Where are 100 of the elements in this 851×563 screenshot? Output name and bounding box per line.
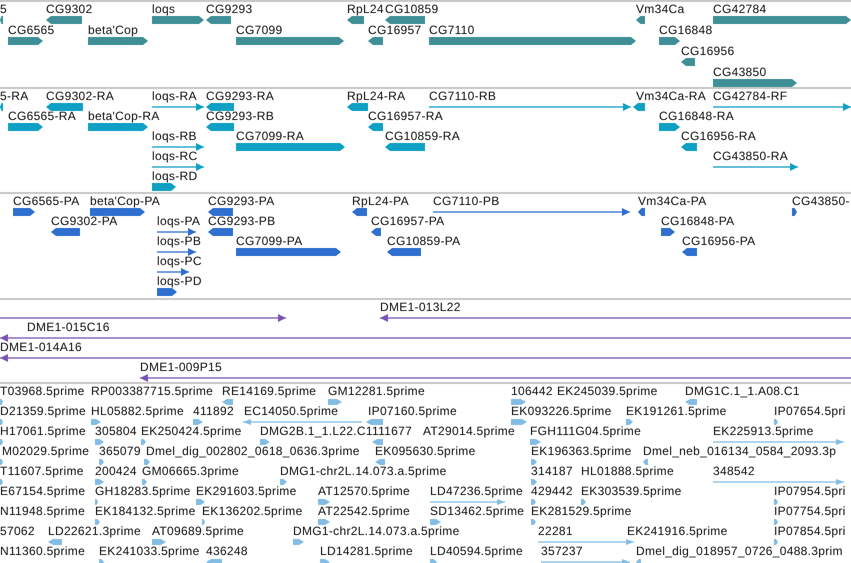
feature-label: AT12570.5prime xyxy=(318,484,410,498)
feature-label: CG10859-PA xyxy=(387,234,460,248)
feature-label: GM06665.3prime xyxy=(142,464,239,478)
feature-label: T03968.5prime xyxy=(0,384,85,398)
feature-label: RP003387715.5prime xyxy=(91,384,214,398)
feature-label: DME1-013L22 xyxy=(380,300,461,314)
feature-label: 22281 xyxy=(538,524,573,538)
feature-label: LD22621.3prime xyxy=(48,524,141,538)
feature-label: loqs-RD xyxy=(152,169,198,183)
feature-label: DMG1-chr2L.14.073.a.5prime xyxy=(293,524,460,538)
feature-label: E67154.5prime xyxy=(0,484,86,498)
feature-label: N11948.5prime xyxy=(0,504,86,518)
feature-label: DME1-014A16 xyxy=(0,340,82,354)
feature-label: 357237 xyxy=(541,544,583,558)
feature-label: CG9293-RA xyxy=(206,89,274,103)
feature-label: CG9293-PA xyxy=(208,194,275,208)
feature-label: EK095630.5prime xyxy=(375,444,476,458)
feature-label: 5-RA xyxy=(0,89,29,103)
feature-label: CG6565-RA xyxy=(8,109,76,123)
feature-label: 429442 xyxy=(531,484,573,498)
feature-label: 111677 xyxy=(372,424,412,438)
feature-label: EK245039.5prime xyxy=(557,384,658,398)
feature-label: CG9302 xyxy=(46,2,92,16)
feature-label: CG16957 xyxy=(368,23,422,37)
feature-label: AT22542.5prime xyxy=(318,504,410,518)
feature-label: Vm34Ca-PA xyxy=(638,194,707,208)
feature-label: CG6565-PA xyxy=(13,194,80,208)
feature-label: IP07654.5pri xyxy=(774,404,846,418)
feature-label: CG43850 xyxy=(713,65,766,79)
feature-label: CG16956-RA xyxy=(681,129,756,143)
feature-label: EK241033.5prime xyxy=(99,544,200,558)
feature-label: EK281529.5prime xyxy=(531,504,632,518)
feature-label: AT29014.5prime xyxy=(423,424,516,438)
feature-label: EK093226.5prime xyxy=(511,404,612,418)
feature-label: Dmel_dig_018957_0726_0488.3prim xyxy=(636,544,843,558)
feature-label: loqs-RC xyxy=(152,149,198,163)
feature-label: loqs-PD xyxy=(157,274,202,288)
feature-label: RpL24-PA xyxy=(352,194,409,208)
feature-label: IP07854.5pri xyxy=(774,524,846,538)
feature-label: Dmel_dig_002802_0618_0636.3prime xyxy=(146,444,360,458)
feature-label: CG6565 xyxy=(8,23,54,37)
feature-label: M02029.5prime xyxy=(2,444,90,458)
feature-label: CG43850- xyxy=(792,194,850,208)
feature-label: loqs-PC xyxy=(157,254,202,268)
feature-label: CG7110 xyxy=(429,23,475,37)
feature-label: CG16957-PA xyxy=(371,214,444,228)
feature-label: GM12281.5prime xyxy=(328,384,425,398)
feature-label: LD14281.5prime xyxy=(320,544,413,558)
feature-label: T11607.5prime xyxy=(0,464,84,478)
feature-label: 314187 xyxy=(531,464,573,478)
feature-label: EC14050.5prime xyxy=(244,404,338,418)
feature-label: D21359.5prime xyxy=(0,404,86,418)
feature-label: FGH111G04.5prime xyxy=(530,424,642,438)
feature-label: AT09689.5prime xyxy=(152,524,244,538)
feature-label: LD47236.5prime xyxy=(430,484,523,498)
feature-label: 5 xyxy=(0,2,7,16)
feature-label: CG7110-PB xyxy=(433,194,500,208)
feature-label: loqs-PA xyxy=(157,214,200,228)
feature-label: 57062 xyxy=(0,524,35,538)
feature-label: CG7099-RA xyxy=(236,129,304,143)
feature-label: loqs-PB xyxy=(157,234,202,248)
feature-label: CG10859-RA xyxy=(385,129,460,143)
feature-label: Dmel_neb_016134_0584_2093.3p xyxy=(643,444,836,458)
feature-label: CG16848 xyxy=(659,23,712,37)
feature-label: EK225913.5prime xyxy=(713,424,814,438)
feature-label: LD40594.5prime xyxy=(430,544,523,558)
feature-label: N11360.5prime xyxy=(0,544,86,558)
feature-label: CG10859 xyxy=(385,2,438,16)
feature-label: CG42784-RF xyxy=(713,89,788,103)
feature-label: CG42784 xyxy=(713,2,766,16)
feature-label: HL05882.5prime xyxy=(91,404,184,418)
feature-label: EK303539.5prime xyxy=(581,484,682,498)
feature-label: IP07160.5prime xyxy=(368,404,457,418)
feature-label: CG16956 xyxy=(681,44,734,58)
feature-label: CG43850-RA xyxy=(713,149,788,163)
feature-label: CG9293 xyxy=(206,2,252,16)
feature-label: CG7110-RB xyxy=(429,89,496,103)
feature-label: CG16956-PA xyxy=(682,234,756,248)
feature-label: DMG1C.1_1.A08.C1 xyxy=(685,384,800,398)
feature-label: CG16848-PA xyxy=(661,214,734,228)
feature-label: 106442 xyxy=(511,384,553,398)
feature-label: EK241916.5prime xyxy=(627,524,728,538)
feature-label: HL01888.5prime xyxy=(581,464,674,478)
feature-label: CG16848-RA xyxy=(659,109,734,123)
feature-label: DME1-015C16 xyxy=(27,320,110,334)
feature-label: loqs xyxy=(152,2,176,16)
feature-label: 365079 xyxy=(99,444,141,458)
feature-label: CG9302-PA xyxy=(51,214,118,228)
feature-label: SD13462.5prime xyxy=(430,504,524,518)
feature-label: beta'Cop-PA xyxy=(90,194,160,208)
feature-label: EK191261.5prime xyxy=(626,404,727,418)
feature-label: RE14169.5prime xyxy=(222,384,316,398)
feature-label: EK196363.5prime xyxy=(531,444,632,458)
feature-label: EK184132.5prime xyxy=(95,504,196,518)
feature-label: CG9302-RA xyxy=(46,89,114,103)
feature-label: Vm34Ca-RA xyxy=(636,89,706,103)
feature-label: DMG2B.1_1.L22.C1 xyxy=(260,424,373,438)
feature-label: IP07754.5pri xyxy=(774,504,846,518)
feature-label: RpL24 xyxy=(347,2,384,16)
feature-label: 436248 xyxy=(206,544,248,558)
